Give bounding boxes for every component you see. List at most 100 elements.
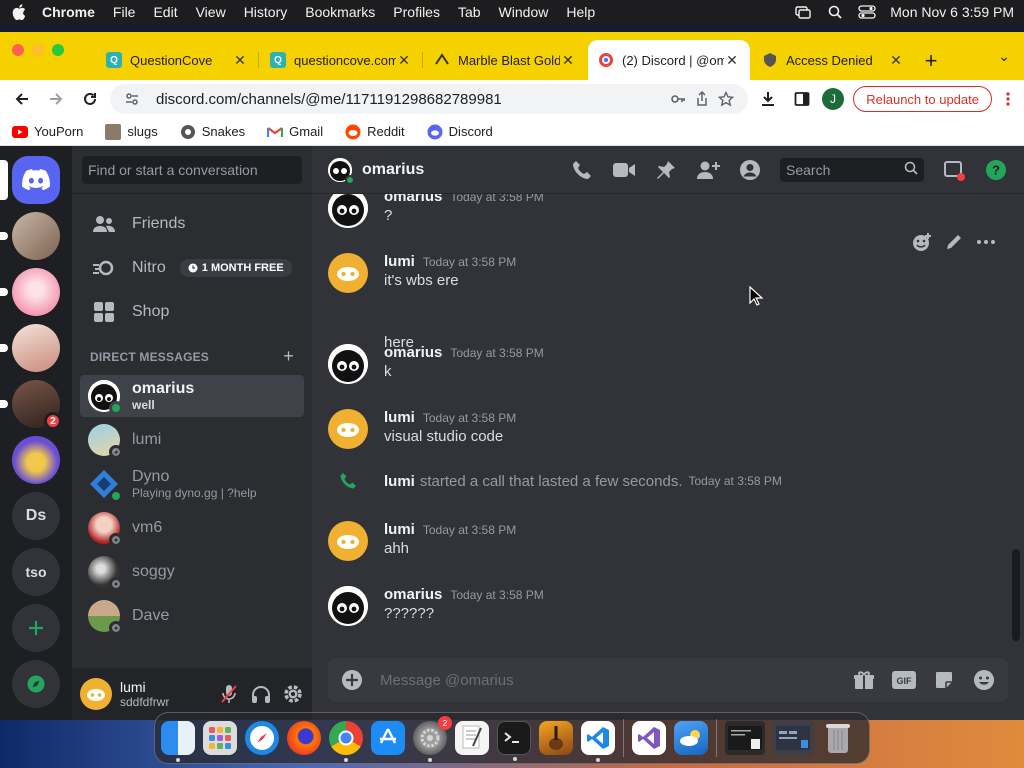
reload-icon[interactable]: [76, 85, 104, 113]
address-bar[interactable]: discord.com/channels/@me/117119129868278…: [110, 84, 748, 114]
add-friend-icon[interactable]: [696, 158, 720, 182]
menu-profiles[interactable]: Profiles: [393, 4, 440, 20]
server-icon[interactable]: 2: [0, 380, 62, 430]
weather-icon[interactable]: [674, 721, 708, 755]
terminal-icon[interactable]: [497, 721, 531, 761]
add-server-button[interactable]: [12, 604, 60, 652]
spotlight-icon[interactable]: [826, 5, 844, 19]
avatar[interactable]: [328, 344, 368, 384]
menu-chrome[interactable]: Chrome: [42, 4, 95, 20]
bookmark-gmail[interactable]: Gmail: [267, 124, 323, 140]
message[interactable]: lumi Today at 3:58 PM ahh: [328, 521, 1008, 561]
document-thumbnail-icon[interactable]: [725, 721, 765, 755]
visual-studio-icon[interactable]: [632, 721, 666, 755]
share-icon[interactable]: [690, 91, 714, 107]
key-icon[interactable]: [666, 91, 690, 107]
nav-nitro[interactable]: Nitro 1 MONTH FREE: [80, 246, 304, 290]
server-icon[interactable]: [0, 212, 60, 260]
settings-gear-icon[interactable]: [282, 683, 304, 705]
message-author[interactable]: lumi: [384, 521, 415, 538]
pin-icon[interactable]: [654, 158, 678, 182]
menu-tab[interactable]: Tab: [458, 4, 481, 20]
user-avatar[interactable]: [80, 678, 112, 710]
bookmark-snakes[interactable]: Snakes: [180, 124, 245, 140]
bookmark-reddit[interactable]: Reddit: [345, 124, 405, 140]
headphones-icon[interactable]: [250, 683, 272, 705]
dm-item-dyno[interactable]: Dyno Playing dyno.gg | ?help: [80, 463, 304, 505]
menu-file[interactable]: File: [113, 4, 136, 20]
server-icon[interactable]: [0, 324, 60, 372]
menu-help[interactable]: Help: [566, 4, 595, 20]
firefox-icon[interactable]: [287, 721, 321, 755]
app-store-icon[interactable]: [371, 721, 405, 755]
dm-item-omarius[interactable]: omarius well: [80, 375, 304, 417]
bookmark-youporn[interactable]: YouPorn: [12, 124, 83, 140]
star-icon[interactable]: [714, 91, 738, 107]
message-author[interactable]: omarius: [384, 586, 442, 603]
menu-window[interactable]: Window: [499, 4, 549, 20]
close-tab-icon[interactable]: ✕: [560, 52, 576, 68]
close-tab-icon[interactable]: ✕: [888, 52, 904, 68]
relaunch-button[interactable]: Relaunch to update: [853, 86, 992, 112]
garageband-icon[interactable]: [539, 721, 573, 755]
avatar[interactable]: [328, 586, 368, 626]
edit-pencil-icon[interactable]: [944, 232, 964, 252]
finder-icon[interactable]: [161, 721, 195, 762]
system-settings-icon[interactable]: 2: [413, 716, 452, 762]
side-panel-icon[interactable]: [788, 85, 816, 113]
safari-icon[interactable]: [245, 721, 279, 755]
server-icon[interactable]: [0, 268, 60, 316]
close-window-icon[interactable]: [12, 44, 24, 56]
attach-plus-icon[interactable]: [340, 668, 364, 692]
avatar[interactable]: [328, 194, 368, 228]
message[interactable]: omarius Today at 3:58 PM ?: [328, 194, 1008, 228]
sticker-icon[interactable]: [932, 668, 956, 692]
dm-item-dave[interactable]: Dave: [80, 595, 304, 637]
gift-icon[interactable]: [852, 668, 876, 692]
close-tab-icon[interactable]: ✕: [724, 52, 740, 68]
message-author[interactable]: lumi: [384, 409, 415, 426]
scrollbar-thumb[interactable]: [1012, 549, 1020, 641]
create-dm-icon[interactable]: +: [283, 346, 294, 367]
tab-questioncove[interactable]: Q QuestionCove ✕: [96, 40, 259, 80]
forward-arrow-icon[interactable]: [42, 85, 70, 113]
chat-search-input[interactable]: Search: [780, 157, 924, 182]
trash-icon[interactable]: [821, 721, 855, 755]
message[interactable]: lumi Today at 3:58 PM visual studio code: [328, 409, 1008, 449]
message-input[interactable]: Message @omarius: [380, 672, 852, 689]
explore-servers-button[interactable]: [12, 660, 60, 708]
screen-mirror-icon[interactable]: [794, 5, 812, 19]
server-icon[interactable]: tso: [12, 548, 60, 596]
message[interactable]: lumi Today at 3:58 PM it's wbs ere: [328, 253, 1008, 293]
more-options-icon[interactable]: [976, 232, 996, 252]
vscode-icon[interactable]: [581, 721, 615, 762]
gif-icon[interactable]: GIF: [892, 668, 916, 692]
add-reaction-icon[interactable]: [912, 232, 932, 252]
bookmark-slugs[interactable]: slugs: [105, 123, 158, 140]
message[interactable]: omarius Today at 3:58 PM ??????: [328, 586, 1008, 626]
clock[interactable]: Mon Nov 6 3:59 PM: [890, 4, 1014, 20]
dm-item-vm6[interactable]: vm6: [80, 507, 304, 549]
back-arrow-icon[interactable]: [8, 85, 36, 113]
download-icon[interactable]: [754, 85, 782, 113]
message-author[interactable]: omarius: [384, 194, 442, 205]
textedit-icon[interactable]: [455, 721, 489, 755]
menu-view[interactable]: View: [196, 4, 226, 20]
avatar[interactable]: [328, 253, 368, 293]
dm-item-lumi[interactable]: lumi: [80, 419, 304, 461]
avatar[interactable]: [328, 409, 368, 449]
discord-home-button[interactable]: [0, 156, 60, 204]
site-info-icon[interactable]: [120, 91, 144, 107]
apple-icon[interactable]: [10, 3, 28, 21]
tab-access-denied[interactable]: Access Denied ✕: [752, 40, 914, 80]
bookmark-discord[interactable]: Discord: [427, 124, 493, 140]
menu-bookmarks[interactable]: Bookmarks: [305, 4, 375, 20]
user-profile-icon[interactable]: [738, 158, 762, 182]
nav-shop[interactable]: Shop: [80, 290, 304, 334]
tab-questioncove-com[interactable]: Q questioncove.com ✕: [260, 40, 423, 80]
launchpad-icon[interactable]: [203, 721, 237, 755]
minimize-window-icon[interactable]: [32, 44, 44, 56]
message-author[interactable]: lumi: [384, 253, 415, 270]
call-initiator[interactable]: lumi: [384, 473, 415, 490]
nav-friends[interactable]: Friends: [80, 202, 304, 246]
